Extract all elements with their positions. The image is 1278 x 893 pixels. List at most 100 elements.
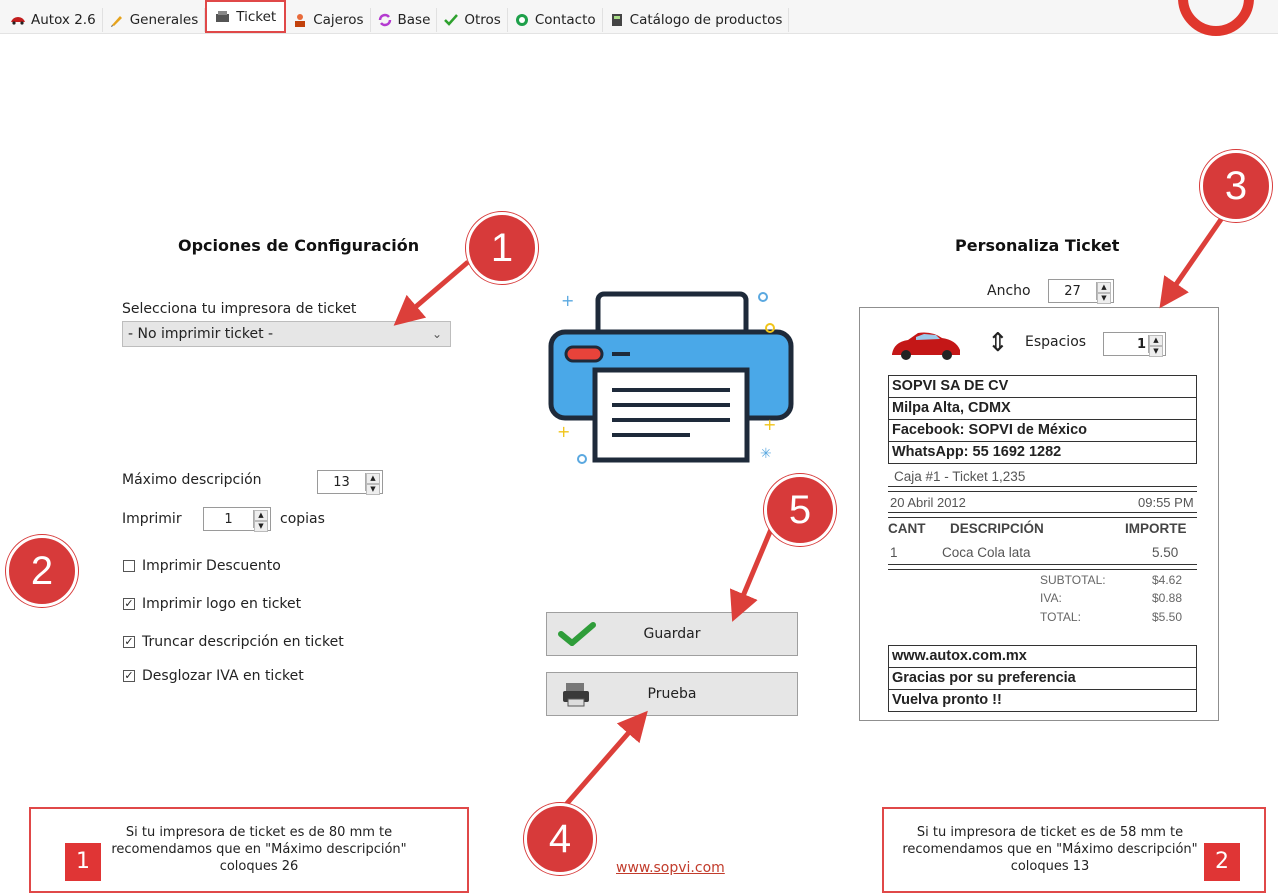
step-badge-5: 5	[764, 474, 836, 546]
checkbox-desglozar-iva[interactable]: ✓ Desglozar IVA en ticket	[123, 668, 304, 684]
printer-small-icon	[547, 681, 607, 707]
ticket-time: 09:55 PM	[1138, 495, 1194, 510]
tab-catalogo[interactable]: Catálogo de productos	[602, 7, 790, 32]
stepper-arrows-icon[interactable]: ▲ ▼	[253, 510, 268, 532]
ticket-item-amount: 5.50	[1152, 545, 1179, 560]
vertical-resize-arrow-icon: ⇕	[987, 328, 1009, 358]
ticket-logo-car-icon	[886, 328, 966, 366]
tab-cajeros[interactable]: Cajeros	[286, 7, 371, 32]
printer-icon	[548, 291, 794, 463]
checkbox-label: Imprimir Descuento	[142, 558, 281, 574]
svg-text:+: +	[561, 291, 574, 310]
sync-icon	[377, 12, 393, 28]
copies-value: 1	[224, 511, 233, 527]
stepper-arrows-icon[interactable]: ▲ ▼	[1148, 335, 1163, 357]
ticket-col-desc: DESCRIPCIÓN	[950, 521, 1044, 536]
test-print-button[interactable]: Prueba	[546, 672, 798, 716]
tab-base[interactable]: Base	[370, 7, 438, 32]
svg-text:+: +	[763, 415, 776, 434]
arrow-to-test	[561, 710, 648, 810]
ticket-header-line: WhatsApp: 55 1692 1282	[888, 441, 1197, 464]
check-icon	[443, 12, 459, 28]
checkbox-box[interactable]	[123, 560, 135, 572]
print-label: Imprimir	[122, 511, 182, 527]
sopvi-link[interactable]: www.sopvi.com	[616, 860, 725, 876]
printer-select-value: - No imprimir ticket -	[128, 326, 274, 342]
info-text: Si tu impresora de ticket es de 80 mm te…	[111, 825, 407, 874]
ticket-item-desc: Coca Cola lata	[942, 545, 1031, 560]
width-value: 27	[1064, 283, 1081, 299]
info-number: 2	[1204, 843, 1240, 881]
cash-icon	[215, 9, 231, 25]
calculator-icon	[609, 12, 625, 28]
checkmark-icon	[547, 622, 607, 646]
chevron-down-icon: ⌄	[431, 327, 442, 341]
tab-label: Catálogo de productos	[629, 11, 783, 28]
test-button-label: Prueba	[647, 686, 697, 702]
spaces-value: 1	[1136, 336, 1146, 352]
save-button-label: Guardar	[643, 626, 701, 642]
ticket-separator	[888, 564, 1197, 570]
sparkle-decorations: + + + ✳	[557, 291, 776, 464]
checkbox-truncar-descripcion[interactable]: ✓ Truncar descripción en ticket	[123, 634, 344, 650]
tab-label: Contacto	[534, 11, 596, 28]
tab-contacto[interactable]: Contacto	[507, 7, 603, 32]
ticket-separator	[888, 512, 1197, 518]
checkbox-label: Desglozar IVA en ticket	[142, 668, 304, 684]
stepper-arrows-icon[interactable]: ▲ ▼	[365, 473, 380, 495]
tab-label: Otros	[464, 11, 501, 28]
tab-label: Ticket	[236, 8, 277, 25]
checkbox-box[interactable]: ✓	[123, 636, 135, 648]
ticket-separator	[888, 486, 1197, 492]
car-icon	[10, 12, 26, 28]
width-label: Ancho	[987, 283, 1031, 299]
checkbox-imprimir-logo[interactable]: ✓ Imprimir logo en ticket	[123, 596, 301, 612]
tab-ticket[interactable]: Ticket	[205, 0, 287, 33]
max-desc-value: 13	[333, 474, 350, 490]
stepper-arrows-icon[interactable]: ▲ ▼	[1096, 282, 1111, 304]
printer-label: Selecciona tu impresora de ticket	[122, 301, 357, 317]
width-stepper[interactable]: 27 ▲ ▼	[1048, 279, 1114, 304]
copies-stepper[interactable]: 1 ▲ ▼	[203, 507, 271, 532]
tab-autox[interactable]: Autox 2.6	[4, 7, 103, 32]
arrow-to-printer-select	[393, 260, 470, 326]
tab-bar: Autox 2.6 Generales Ticket Cajeros Base …	[0, 0, 1278, 34]
tab-label: Generales	[129, 11, 199, 28]
spaces-stepper[interactable]: 1 ▲ ▼	[1103, 332, 1166, 357]
step-badge-1: 1	[466, 212, 538, 284]
config-title: Opciones de Configuración	[178, 236, 420, 255]
tab-otros[interactable]: Otros	[437, 7, 508, 32]
arrow-to-ticket	[1159, 216, 1225, 309]
ticket-footer-line: Vuelva pronto !!	[888, 689, 1197, 712]
max-desc-stepper[interactable]: 13 ▲ ▼	[317, 470, 383, 495]
info-box-80mm: 1 Si tu impresora de ticket es de 80 mm …	[29, 807, 469, 893]
ticket-iva-label: IVA:	[1040, 591, 1062, 605]
ticket-subtotal-value: $4.62	[1152, 573, 1183, 587]
ticket-header-line: SOPVI SA DE CV	[888, 375, 1197, 398]
personaliza-title: Personaliza Ticket	[955, 236, 1120, 255]
checkbox-imprimir-descuento[interactable]: Imprimir Descuento	[123, 558, 281, 574]
info-text: Si tu impresora de ticket es de 58 mm te…	[902, 825, 1198, 874]
tab-label: Cajeros	[313, 11, 364, 28]
svg-text:✳: ✳	[760, 446, 772, 462]
arrow-to-save	[729, 526, 775, 622]
info-box-58mm: Si tu impresora de ticket es de 58 mm te…	[882, 807, 1266, 893]
max-desc-label: Máximo descripción	[122, 472, 262, 488]
printer-select[interactable]: - No imprimir ticket - ⌄	[122, 321, 451, 347]
tab-label: Autox 2.6	[31, 11, 96, 28]
checkbox-label: Imprimir logo en ticket	[142, 596, 302, 612]
save-button[interactable]: Guardar	[546, 612, 798, 656]
checkbox-box[interactable]: ✓	[123, 598, 135, 610]
ticket-date: 20 Abril 2012	[890, 495, 966, 510]
tab-generales[interactable]: Generales	[102, 7, 206, 32]
ticket-caja: Caja #1 - Ticket 1,235	[894, 469, 1026, 484]
checkbox-box[interactable]: ✓	[123, 670, 135, 682]
ticket-iva-value: $0.88	[1152, 591, 1183, 605]
step-badge-4: 4	[524, 803, 596, 875]
ticket-col-qty: CANT	[888, 521, 926, 536]
step-badge-3: 3	[1200, 150, 1272, 222]
ticket-footer-line: www.autox.com.mx	[888, 645, 1197, 668]
info-number: 1	[65, 843, 101, 881]
pencil-icon	[109, 12, 125, 28]
ticket-footer-line: Gracias por su preferencia	[888, 667, 1197, 690]
